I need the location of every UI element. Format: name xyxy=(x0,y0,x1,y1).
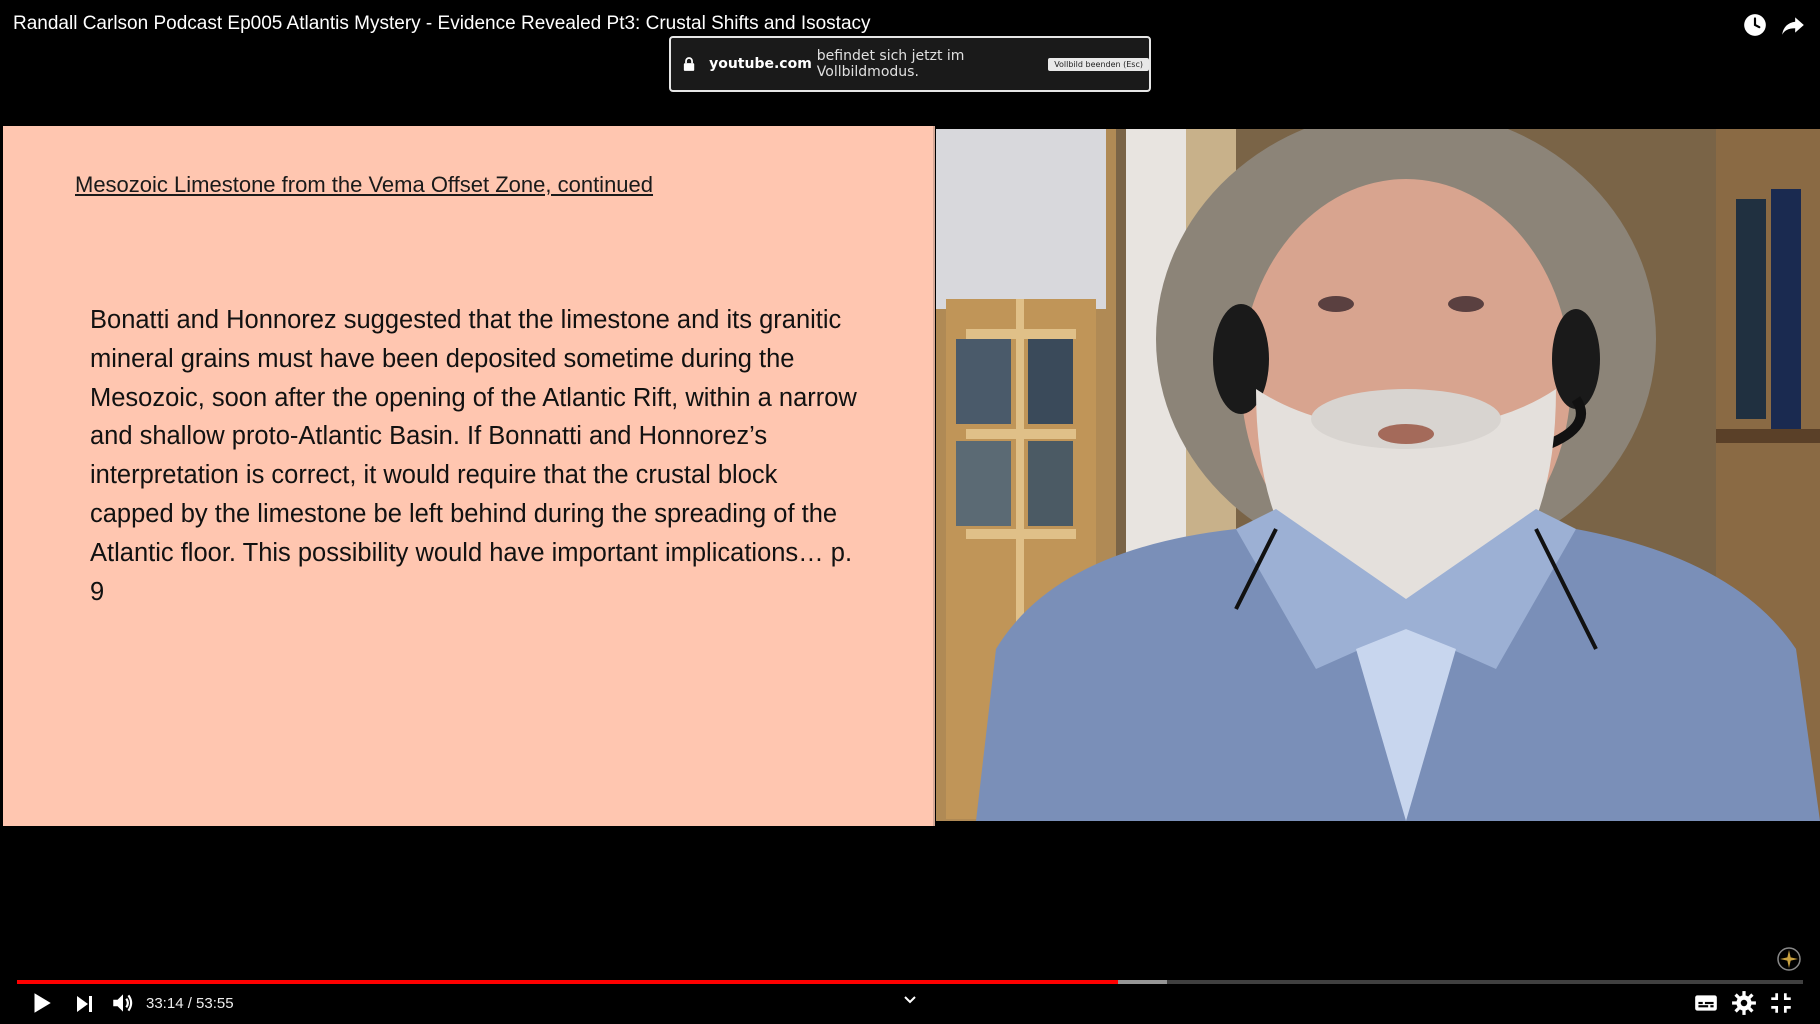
progress-bar[interactable] xyxy=(17,980,1803,984)
webcam-feed xyxy=(936,129,1820,821)
fullscreen-notice: youtube.com befindet sich jetzt im Vollb… xyxy=(669,36,1151,92)
slide-body: Bonatti and Honnorez suggested that the … xyxy=(90,306,857,606)
exit-fullscreen-hint[interactable]: Vollbild beenden (Esc) xyxy=(1048,57,1149,71)
video-frame[interactable]: Mesozoic Limestone from the Vema Offset … xyxy=(0,126,1820,826)
play-icon[interactable] xyxy=(28,990,54,1016)
exit-fullscreen-icon[interactable] xyxy=(1768,990,1794,1016)
video-player[interactable]: Randall Carlson Podcast Ep005 Atlantis M… xyxy=(0,0,1820,1024)
compass-icon[interactable] xyxy=(1776,946,1802,972)
chevron-down-icon[interactable] xyxy=(900,990,920,1010)
volume-icon[interactable] xyxy=(110,990,136,1016)
gear-icon[interactable] xyxy=(1731,990,1757,1016)
notice-message: befindet sich jetzt im Vollbildmodus. xyxy=(816,48,965,80)
subtitles-icon[interactable] xyxy=(1693,990,1719,1016)
video-title: Randall Carlson Podcast Ep005 Atlantis M… xyxy=(13,13,871,34)
clock-icon[interactable] xyxy=(1742,12,1768,38)
progress-played xyxy=(17,980,1118,984)
slide-heading: Mesozoic Limestone from the Vema Offset … xyxy=(75,172,654,197)
next-icon[interactable] xyxy=(72,992,96,1016)
lock-icon xyxy=(683,57,695,71)
time-display: 33:14 / 53:55 xyxy=(146,995,234,1012)
share-icon[interactable] xyxy=(1780,12,1806,38)
notice-domain: youtube.com xyxy=(709,56,812,72)
presentation-slide: Mesozoic Limestone from the Vema Offset … xyxy=(3,126,935,826)
